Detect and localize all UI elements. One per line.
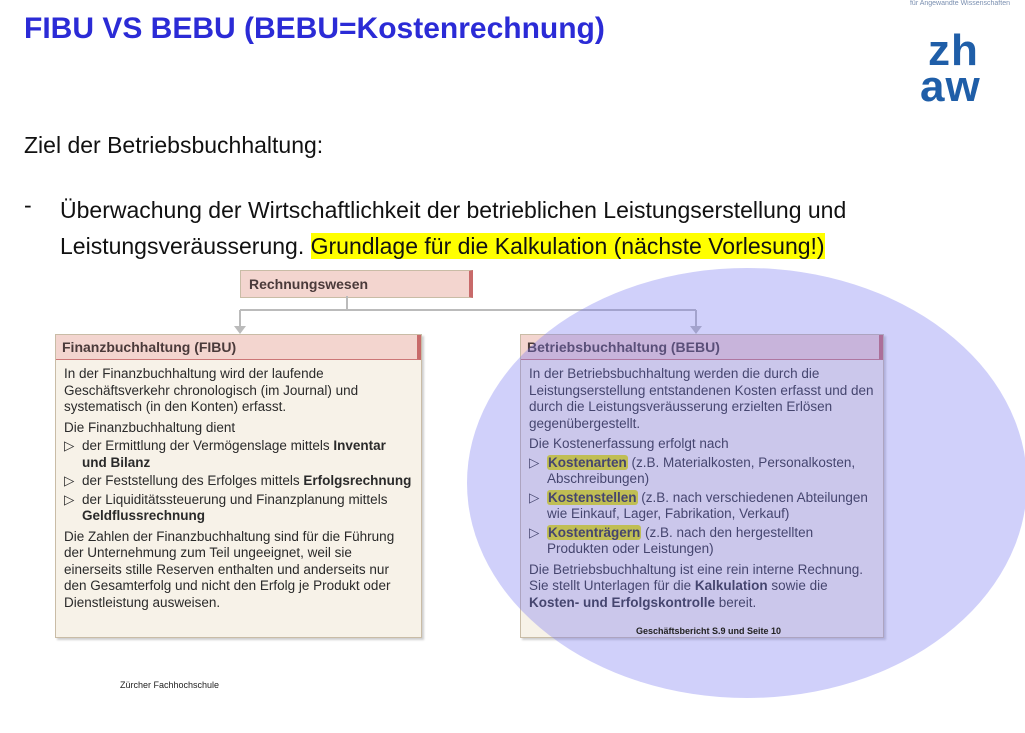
fibu-list-item: ▷ der Ermittlung der Vermögenslage mitte… <box>64 438 386 470</box>
fibu-intro: In der Finanzbuchhaltung wird der laufen… <box>64 366 359 414</box>
triangle-arrow-icon: ▷ <box>64 473 75 488</box>
triangle-arrow-icon: ▷ <box>64 438 75 453</box>
section-heading: Ziel der Betriebsbuchhaltung: <box>24 132 324 158</box>
zhaw-logo: für Angewandte Wissenschaften zh aw <box>910 0 1010 111</box>
fibu-box: Finanzbuchhaltung (FIBU) In der Finanzbu… <box>55 334 422 638</box>
fibu-header: Finanzbuchhaltung (FIBU) <box>56 335 421 360</box>
logo-line-2: aw <box>920 62 981 111</box>
fibu-list-item: ▷ der Liquiditätssteuerung und Finanzpla… <box>64 491 388 524</box>
bullet-marker: - <box>24 192 32 218</box>
source-citation: Geschäftsbericht S.9 und Seite 10 <box>636 626 782 636</box>
bullet-point: Überwachung der Wirtschaftlichkeit der b… <box>60 192 990 264</box>
triangle-arrow-icon: ▷ <box>64 491 75 507</box>
fibu-dient: Die Finanzbuchhaltung dient <box>64 419 236 435</box>
fibu-list-item: ▷ der Feststellung des Erfolges mittels … <box>64 473 412 488</box>
logo-tagline: für Angewandte Wissenschaften <box>909 0 1010 7</box>
rechnungswesen-box: Rechnungswesen <box>240 270 473 298</box>
slide-title: FIBU VS BEBU (BEBU=Kostenrechnung) <box>24 12 605 45</box>
fibu-outro: Die Zahlen der Finanzbuchhaltung sind fü… <box>64 528 395 610</box>
highlighted-text: Grundlage für die Kalkulation (nächste V… <box>310 233 825 259</box>
footer-text: Zürcher Fachhochschule <box>120 680 220 690</box>
